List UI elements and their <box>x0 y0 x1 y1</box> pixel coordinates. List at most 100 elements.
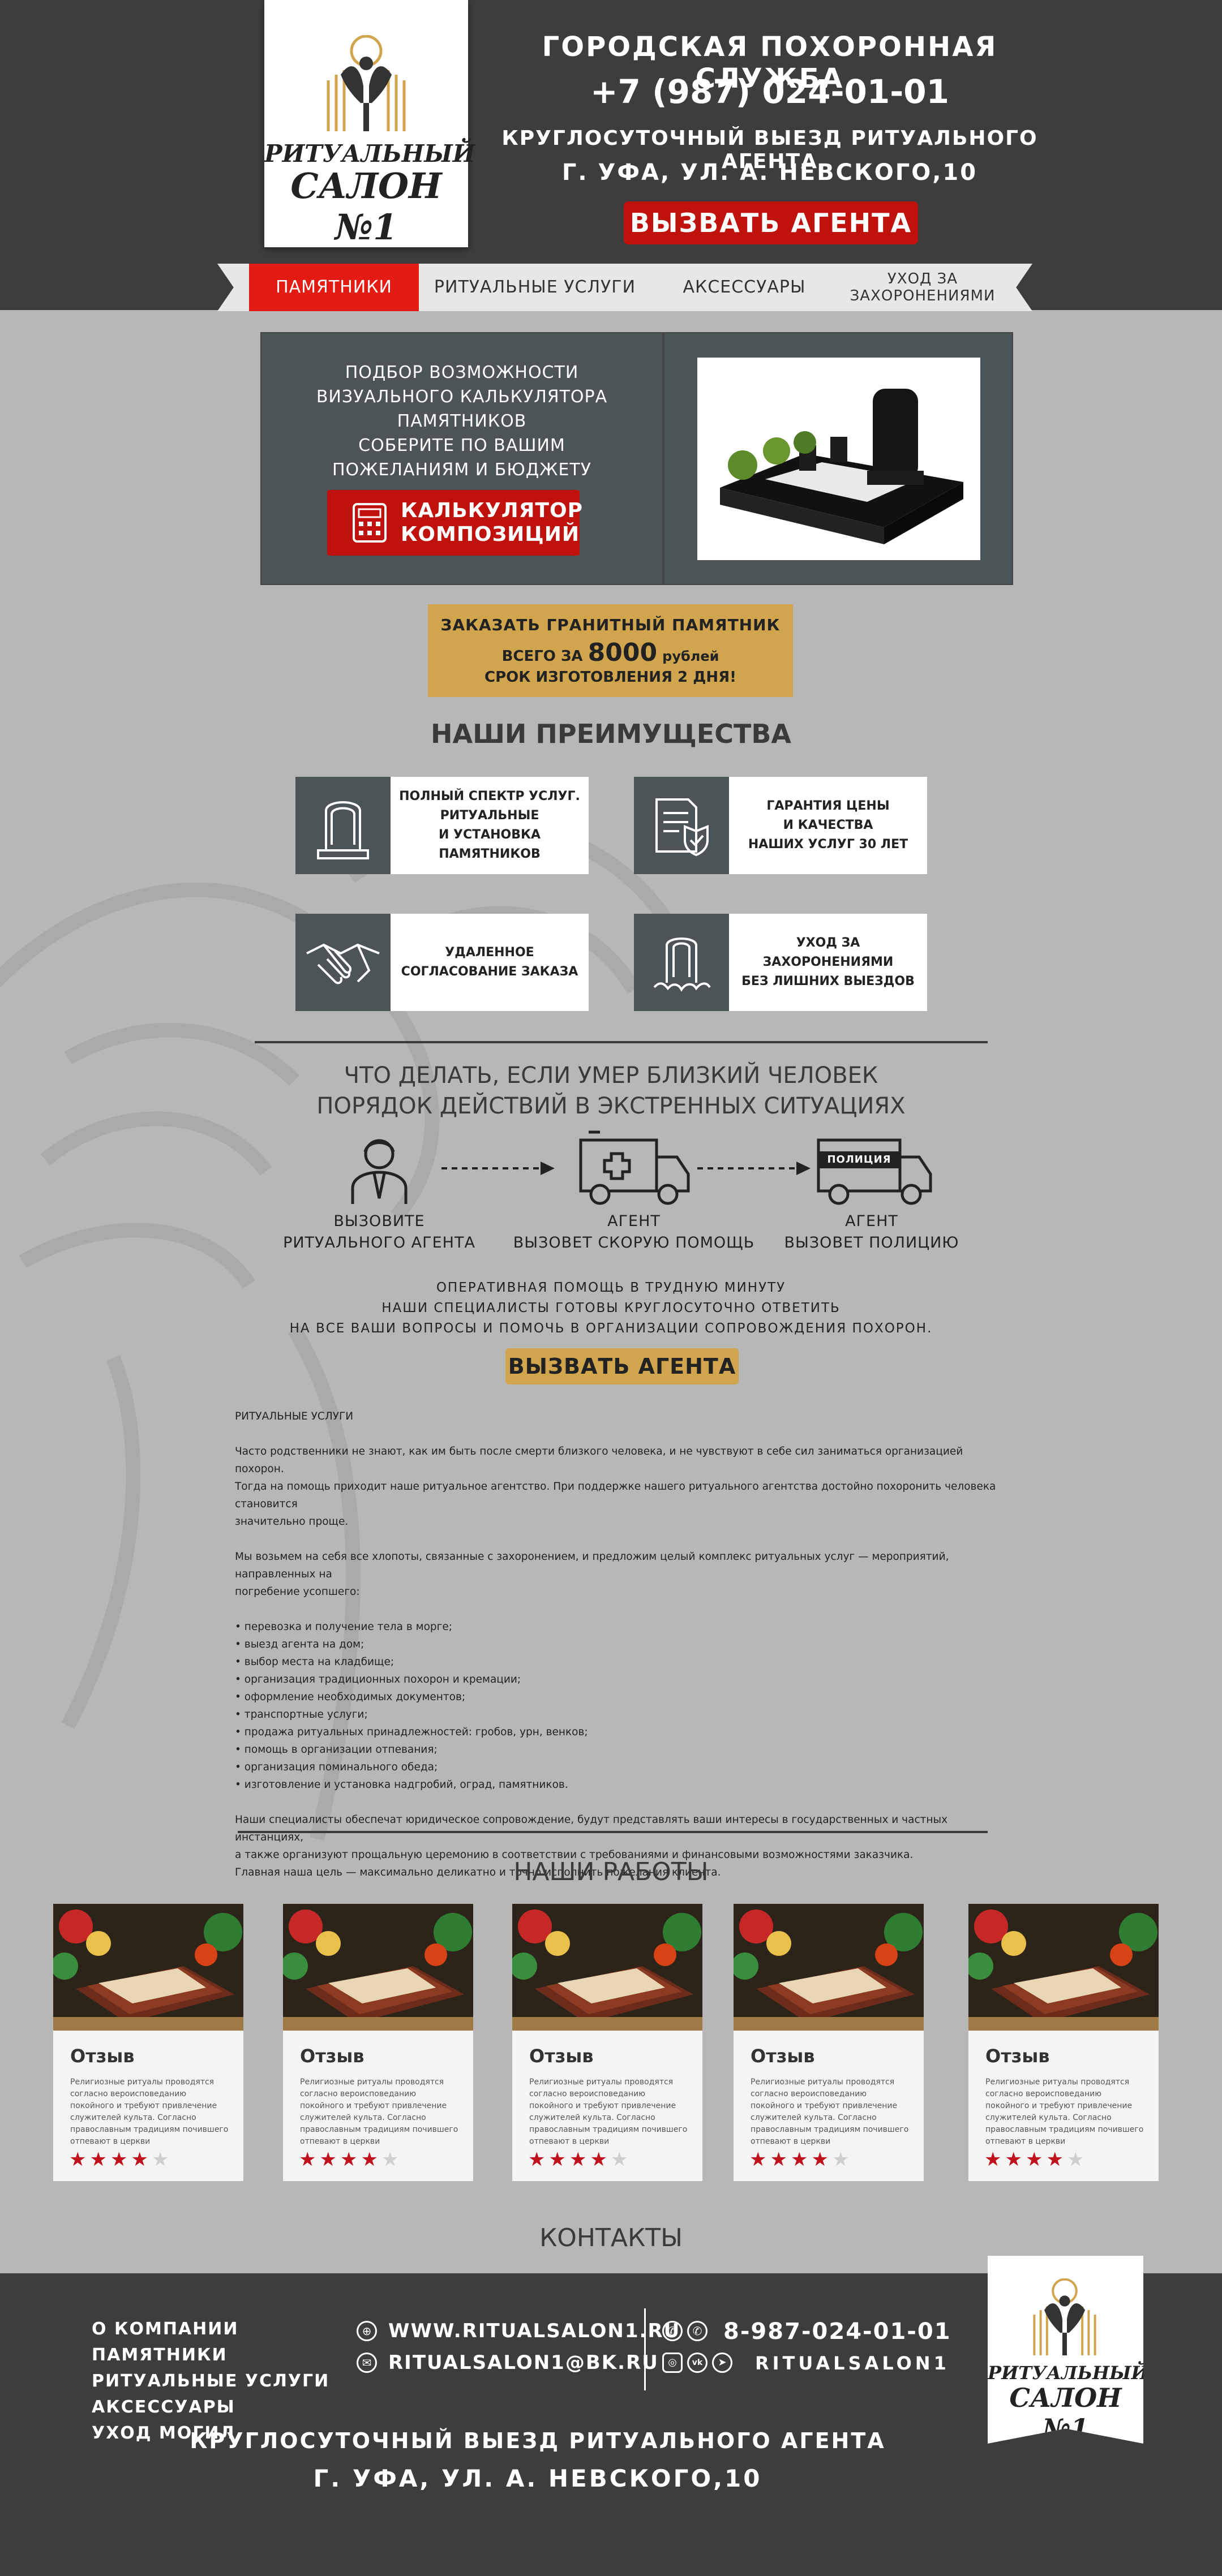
footer-logo[interactable]: РИТУАЛЬНЫЙ САЛОН №1 <box>988 2256 1143 2444</box>
article-heading: РИТУАЛЬНЫЕ УСЛУГИ <box>235 1410 354 1422</box>
review-text: Религиозные ритуалы проводятся согласно … <box>70 2078 229 2146</box>
monument-icon <box>317 801 369 859</box>
rating-stars: ★★★★★ <box>299 2148 402 2171</box>
steps-title1: ЧТО ДЕЛАТЬ, ЕСЛИ УМЕР БЛИЗКИЙ ЧЕЛОВЕК <box>344 1063 878 1089</box>
star-icon: ★ <box>569 2148 590 2171</box>
review-photo <box>53 1904 243 2031</box>
works-title: НАШИ РАБОТЫ <box>513 1857 709 1886</box>
rating-stars: ★★★★★ <box>984 2148 1087 2171</box>
footer-link-ritual-services[interactable]: РИТУАЛЬНЫЕ УСЛУГИ <box>92 2368 329 2394</box>
star-icon: ★ <box>319 2148 340 2171</box>
nav-item-grave-care[interactable]: УХОД ЗА ЗАХОРОНЕНИЯМИ <box>838 264 1007 311</box>
article-p2a: Мы возьмем на себя все хлопоты, связанны… <box>235 1551 949 1580</box>
star-icon: ★ <box>811 2148 832 2171</box>
star-icon: ★ <box>1005 2148 1026 2171</box>
review-photo <box>734 1904 924 2031</box>
step-caption-line2: РИТУАЛЬНОГО АГЕНТА <box>283 1234 475 1252</box>
review-text: Религиозные ритуалы проводятся согласно … <box>985 2078 1144 2146</box>
instagram-icon: ◎ <box>662 2353 683 2373</box>
star-icon: ★ <box>790 2148 812 2171</box>
review-card[interactable]: Отзыв Религиозные ритуалы проводятся согл… <box>512 1904 702 2181</box>
steps-info-line2: НАШИ СПЕЦИАЛИСТЫ ГОТОВЫ КРУГЛОСУТОЧНО ОТ… <box>381 1301 841 1315</box>
footer-social[interactable]: RITUALSALON1 <box>755 2353 950 2374</box>
advantage-line2: РИТУАЛЬНЫЕ <box>440 809 539 823</box>
step-caption-line1: АГЕНТ <box>845 1212 898 1230</box>
review-card[interactable]: Отзыв Религиозные ритуалы проводятся согл… <box>968 1904 1159 2181</box>
review-card[interactable]: Отзыв Религиозные ритуалы проводятся согл… <box>53 1904 243 2181</box>
calculator-button-l1: КАЛЬКУЛЯТОР <box>401 499 583 522</box>
star-icon: ★ <box>131 2148 152 2171</box>
advantages-title: НАШИ ПРЕИМУЩЕСТВА <box>430 719 791 749</box>
steps-info: ОПЕРАТИВНАЯ ПОМОЩЬ В ТРУДНУЮ МИНУТУ НАШИ… <box>0 1278 1222 1339</box>
whatsapp-icon: ✆ <box>687 2321 708 2341</box>
ambulance-icon <box>579 1130 690 1205</box>
list-item: • транспортные услуги; <box>235 1709 368 1721</box>
review-text: Религиозные ритуалы проводятся согласно … <box>751 2078 909 2146</box>
review-title: Отзыв <box>70 2045 135 2067</box>
header-address: Г. УФА, УЛ. А. НЕВСКОГО,10 <box>561 160 978 186</box>
main-nav: ПАМЯТНИКИ РИТУАЛЬНЫЕ УСЛУГИ АКСЕССУАРЫ У… <box>217 264 1032 311</box>
star-icon: ★ <box>110 2148 131 2171</box>
nav-item-monuments[interactable]: ПАМЯТНИКИ <box>249 264 419 311</box>
star-icon: ★ <box>590 2148 611 2171</box>
call-agent-button-2[interactable]: ВЫЗВАТЬ АГЕНТА <box>505 1348 739 1384</box>
footer-phone[interactable]: 8-987-024-01-01 <box>723 2319 951 2345</box>
step-caption: АГЕНТ ВЫЗОВЕТ СКОРУЮ ПОМОЩЬ <box>509 1211 758 1254</box>
review-card[interactable]: Отзыв Религиозные ритуалы проводятся согл… <box>283 1904 473 2181</box>
header-phone[interactable]: +7 (987) 024-01-01 <box>487 72 1053 111</box>
divider <box>238 1831 988 1833</box>
article: РИТУАЛЬНЫЕ УСЛУГИ Часто родственники не … <box>235 1408 1005 1881</box>
arrow-icon <box>697 1162 811 1175</box>
footer-link-monuments[interactable]: ПАМЯТНИКИ <box>92 2342 329 2368</box>
nav-item-accessories[interactable]: АКСЕССУАРЫ <box>651 264 838 311</box>
steps-title2: ПОРЯДОК ДЕЙСТВИЙ В ЭКСТРЕННЫХ СИТУАЦИЯХ <box>316 1093 906 1119</box>
globe-icon: ⊕ <box>357 2321 377 2341</box>
review-text: Религиозные ритуалы проводятся согласно … <box>300 2078 458 2146</box>
star-icon: ★ <box>831 2148 853 2171</box>
advantage-line2: И КАЧЕСТВА <box>783 818 873 832</box>
step-caption-line2: ВЫЗОВЕТ ПОЛИЦИЮ <box>784 1234 959 1252</box>
list-item: • выбор места на кладбище; <box>235 1656 395 1668</box>
list-item: • выезд агента на дом; <box>235 1639 365 1650</box>
article-p1b: Тогда на помощь приходит наше ритуальное… <box>235 1481 996 1510</box>
advantage-card: УХОД ЗА ЗАХОРОНЕНИЯМИ БЕЗ ЛИШНИХ ВЫЕЗДОВ <box>634 914 927 1011</box>
star-icon: ★ <box>1025 2148 1047 2171</box>
contacts-title: КОНТАКТЫ <box>539 2224 683 2252</box>
star-icon: ★ <box>1046 2148 1067 2171</box>
star-icon: ★ <box>749 2148 770 2171</box>
rating-stars: ★★★★★ <box>749 2148 852 2171</box>
star-icon: ★ <box>610 2148 632 2171</box>
angel-logo-icon <box>1033 2278 1096 2355</box>
nav-item-ritual-services[interactable]: РИТУАЛЬНЫЕ УСЛУГИ <box>419 264 651 311</box>
advantage-line1: ПОЛНЫЙ СПЕКТР УСЛУГ. <box>399 789 580 803</box>
police-car-icon: ПОЛИЦИЯ <box>815 1129 934 1208</box>
footer-link-accessories[interactable]: АКСЕССУАРЫ <box>92 2394 329 2420</box>
star-icon: ★ <box>548 2148 569 2171</box>
mail-icon: ✉ <box>357 2353 377 2373</box>
footer-site[interactable]: WWW.RITUALSALON1.RU <box>388 2320 680 2342</box>
review-title: Отзыв <box>751 2045 815 2067</box>
rating-stars: ★★★★★ <box>528 2148 631 2171</box>
telegram-icon: ➤ <box>712 2353 732 2373</box>
footer-link-about[interactable]: О КОМПАНИИ <box>92 2316 329 2342</box>
angel-logo-icon <box>327 35 406 131</box>
calculator-button[interactable]: КАЛЬКУЛЯТОР КОМПОЗИЦИЙ <box>327 490 583 556</box>
calculator-button-l2: КОМПОЗИЦИЙ <box>401 523 580 546</box>
star-icon: ★ <box>69 2148 90 2171</box>
logo-line1: РИТУАЛЬНЫЙ <box>988 2362 1148 2384</box>
star-icon: ★ <box>151 2148 173 2171</box>
footer-email[interactable]: RITUALSALON1@BK.RU <box>388 2351 659 2374</box>
star-icon: ★ <box>299 2148 320 2171</box>
advantage-line2: СОГЛАСОВАНИЕ ЗАКАЗА <box>401 965 578 979</box>
offer-banner[interactable]: ЗАКАЗАТЬ ГРАНИТНЫЙ ПАМЯТНИК ВСЕГО ЗА 800… <box>428 604 793 697</box>
calculator-line1: ПОДБОР ВОЗМОЖНОСТИ <box>345 363 579 382</box>
list-item: • перевозка и получение тела в морге; <box>235 1621 452 1633</box>
review-card[interactable]: Отзыв Религиозные ритуалы проводятся согл… <box>734 1904 924 2181</box>
handshake-icon <box>306 943 380 984</box>
review-photo <box>512 1904 702 2031</box>
logo[interactable]: РИТУАЛЬНЫЙ САЛОН №1 <box>264 0 475 248</box>
call-agent-button[interactable]: ВЫЗВАТЬ АГЕНТА <box>624 201 918 244</box>
steps-info-line1: ОПЕРАТИВНАЯ ПОМОЩЬ В ТРУДНУЮ МИНУТУ <box>436 1280 786 1295</box>
article-p1a: Часто родственники не знают, как им быть… <box>235 1446 963 1475</box>
footer-menu: О КОМПАНИИ ПАМЯТНИКИ РИТУАЛЬНЫЕ УСЛУГИ А… <box>92 2316 329 2446</box>
